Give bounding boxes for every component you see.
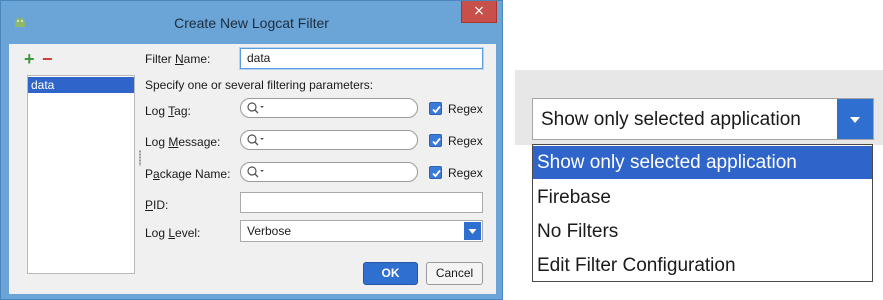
ok-button[interactable]: OK xyxy=(363,262,418,285)
log-tag-regex-label: Regex xyxy=(448,102,483,116)
filter-dropdown-menu: Show only selected application Firebase … xyxy=(532,144,873,282)
checkmark-icon xyxy=(432,105,441,114)
dialog-title: Create New Logcat Filter xyxy=(174,15,329,31)
filter-combo-value: Show only selected application xyxy=(541,109,801,130)
checkmark-icon xyxy=(432,169,441,178)
chevron-down-icon[interactable] xyxy=(464,222,481,240)
menu-item-edit-filter-configuration[interactable]: Edit Filter Configuration xyxy=(533,249,872,282)
menu-item-show-only-selected[interactable]: Show only selected application xyxy=(533,146,872,179)
cancel-button[interactable]: Cancel xyxy=(426,262,483,285)
search-icon xyxy=(247,102,264,114)
search-icon xyxy=(247,134,264,146)
filter-list-item[interactable]: data xyxy=(28,77,134,93)
pid-label: PID: xyxy=(145,198,169,212)
filter-name-field[interactable]: data xyxy=(240,48,483,69)
log-message-input[interactable] xyxy=(240,130,418,150)
filter-list[interactable]: data xyxy=(27,75,135,274)
package-name-regex-checkbox[interactable] xyxy=(429,166,442,179)
chevron-down-icon[interactable] xyxy=(837,99,873,139)
package-name-input[interactable] xyxy=(240,162,418,182)
checkmark-icon xyxy=(432,137,441,146)
log-tag-regex-checkbox[interactable] xyxy=(429,102,442,115)
log-message-label: Log Message: xyxy=(145,135,221,149)
filter-combo-box[interactable]: Show only selected application xyxy=(532,98,874,140)
log-level-value: Verbose xyxy=(247,224,292,238)
log-tag-label: Log Tag: xyxy=(145,104,191,118)
package-name-regex-label: Regex xyxy=(448,166,483,180)
log-message-regex-label: Regex xyxy=(448,134,483,148)
remove-filter-button[interactable]: − xyxy=(42,50,53,68)
close-button[interactable]: × xyxy=(461,1,497,23)
splitter-handle[interactable] xyxy=(139,150,141,166)
title-bar[interactable]: Create New Logcat Filter × xyxy=(1,1,502,43)
filter-name-label: Filter Name: xyxy=(145,52,211,66)
package-name-label: Package Name: xyxy=(145,167,231,181)
close-icon: × xyxy=(473,3,485,19)
add-filter-button[interactable]: + xyxy=(24,50,35,68)
menu-item-no-filters[interactable]: No Filters xyxy=(533,215,872,248)
menu-item-firebase[interactable]: Firebase xyxy=(533,181,872,214)
log-tag-input[interactable] xyxy=(240,98,418,118)
log-level-label: Log Level: xyxy=(145,226,201,240)
search-icon xyxy=(247,166,264,178)
log-message-regex-checkbox[interactable] xyxy=(429,134,442,147)
pid-input[interactable] xyxy=(240,192,483,213)
filter-hint: Specify one or several filtering paramet… xyxy=(145,78,374,92)
log-level-select[interactable]: Verbose xyxy=(240,220,483,242)
